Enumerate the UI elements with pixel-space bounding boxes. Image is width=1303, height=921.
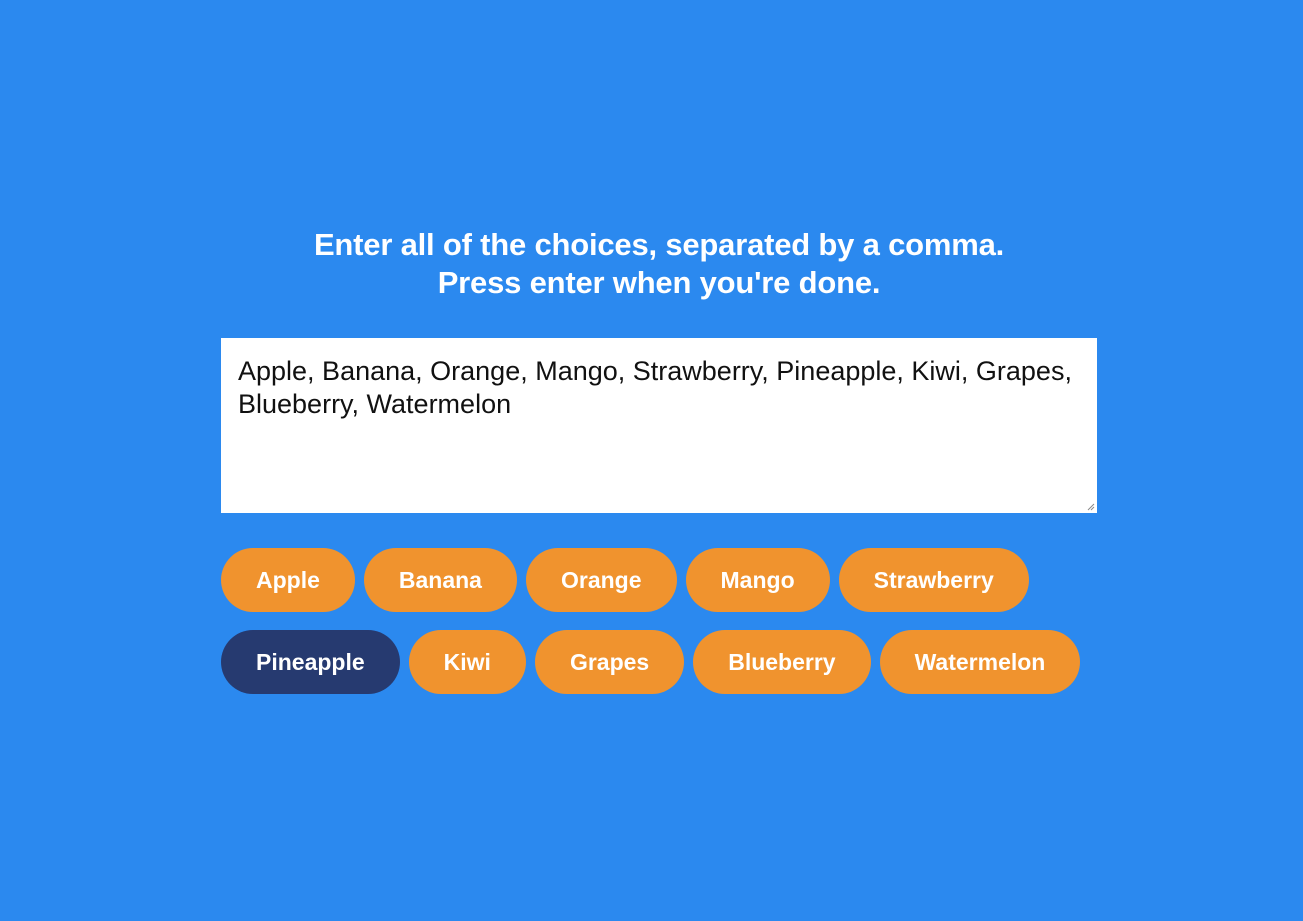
choices-textarea-wrapper: Apple, Banana, Orange, Mango, Strawberry… bbox=[221, 338, 1097, 513]
instruction-heading: Enter all of the choices, separated by a… bbox=[221, 226, 1097, 302]
choice-chip[interactable]: Kiwi bbox=[408, 630, 526, 694]
choice-chip[interactable]: Banana bbox=[363, 548, 517, 612]
choice-chip[interactable]: Mango bbox=[685, 548, 830, 612]
choice-chip[interactable]: Orange bbox=[525, 548, 677, 612]
choice-chip[interactable]: Grapes bbox=[534, 630, 685, 694]
choices-input[interactable]: Apple, Banana, Orange, Mango, Strawberry… bbox=[221, 338, 1097, 513]
choice-chip-list: Apple Banana Orange Mango Strawberry Pin… bbox=[221, 548, 1097, 712]
choice-chip[interactable]: Watermelon bbox=[879, 630, 1081, 694]
instruction-line-2: Press enter when you're done. bbox=[437, 265, 881, 300]
choice-chip[interactable]: Apple bbox=[221, 548, 355, 612]
instruction-line-1: Enter all of the choices, separated by a… bbox=[313, 227, 1005, 262]
choice-chip[interactable]: Blueberry bbox=[693, 630, 871, 694]
choices-entry-panel: Enter all of the choices, separated by a… bbox=[221, 226, 1097, 712]
choice-chip[interactable]: Strawberry bbox=[838, 548, 1029, 612]
choice-chip-selected[interactable]: Pineapple bbox=[221, 630, 400, 694]
